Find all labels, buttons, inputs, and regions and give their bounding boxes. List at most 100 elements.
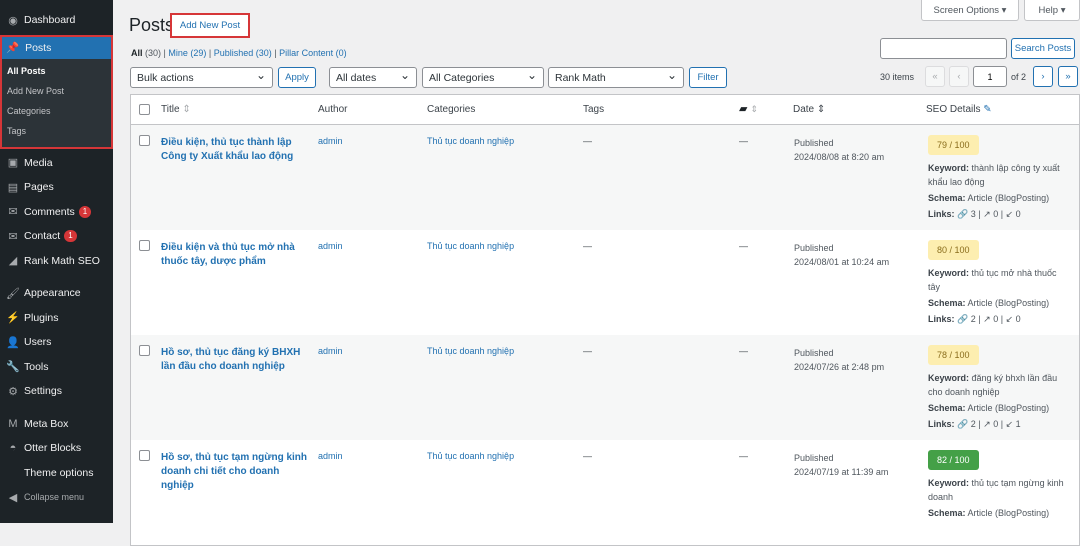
rankmath-select[interactable]: Rank Math bbox=[548, 67, 684, 88]
post-date: Published 2024/07/19 at 11:39 am bbox=[794, 453, 889, 477]
author-link[interactable]: admin bbox=[318, 451, 343, 461]
menu-otter-blocks[interactable]: ◓ Otter Blocks bbox=[0, 436, 113, 461]
contact-icon: ✉ bbox=[8, 230, 18, 243]
users-icon: 👤 bbox=[6, 336, 20, 349]
author-link[interactable]: admin bbox=[318, 136, 343, 146]
seo-details: 78 / 100 Keyword: đăng ký bhxh lần đầu c… bbox=[928, 345, 1068, 431]
submenu-add-new-post[interactable]: Add New Post bbox=[2, 83, 111, 103]
row-checkbox[interactable] bbox=[139, 345, 150, 356]
collapse-icon: ◀ bbox=[8, 491, 18, 504]
sort-icon: ⇕ bbox=[182, 104, 191, 115]
links-line: Links: 🔗 3 | ↗ 0 | ↙ 0 bbox=[928, 209, 1021, 219]
apply-button[interactable]: Apply bbox=[278, 67, 316, 88]
submenu-categories[interactable]: Categories bbox=[2, 103, 111, 123]
external-link-icon: ↗ bbox=[983, 209, 991, 219]
admin-sidebar: ◉ Dashboard 📌 Posts All Posts Add New Post… bbox=[0, 0, 113, 523]
table-row: Điều kiện và thủ tục mở nhà thuốc tây, d… bbox=[131, 230, 1079, 335]
menu-theme-options[interactable]: Theme options bbox=[0, 461, 113, 486]
seo-score-badge: 82 / 100 bbox=[928, 450, 979, 470]
menu-meta-box[interactable]: M Meta Box bbox=[0, 412, 113, 437]
filter-pillar[interactable]: Pillar Content (0) bbox=[279, 48, 347, 58]
seo-score-badge: 78 / 100 bbox=[928, 345, 979, 365]
posts-table: Title ⇕ Author Categories Tags ▰ ⇕ Date … bbox=[130, 94, 1080, 546]
dates-select[interactable]: All dates bbox=[329, 67, 417, 88]
select-all-checkbox[interactable] bbox=[139, 104, 150, 115]
sort-icon: ⇕ bbox=[816, 104, 826, 115]
post-title-link[interactable]: Hồ sơ, thủ tục đăng ký BHXH lần đầu cho … bbox=[161, 346, 311, 374]
schema-value: Article (BlogPosting) bbox=[967, 403, 1050, 413]
col-title[interactable]: Title ⇕ bbox=[161, 104, 191, 115]
row-checkbox[interactable] bbox=[139, 240, 150, 251]
menu-users[interactable]: 👤 Users bbox=[0, 330, 113, 355]
filter-published[interactable]: Published (30) bbox=[214, 48, 272, 58]
author-link[interactable]: admin bbox=[318, 346, 343, 356]
tags-value: — bbox=[583, 241, 592, 251]
category-link[interactable]: Thủ tục doanh nghiệp bbox=[427, 451, 514, 461]
first-page-button: « bbox=[925, 66, 945, 87]
menu-posts[interactable]: 📌 Posts bbox=[2, 36, 111, 59]
next-page-button[interactable]: › bbox=[1033, 66, 1053, 87]
menu-collapse-menu[interactable]: ◀ Collapse menu bbox=[0, 485, 113, 510]
author-link[interactable]: admin bbox=[318, 241, 343, 251]
pin-icon: 📌 bbox=[6, 42, 20, 54]
settings-icon: ⚙ bbox=[8, 385, 18, 398]
screen-options-button[interactable]: Screen Options ▾ bbox=[921, 0, 1019, 21]
current-page-input[interactable] bbox=[973, 66, 1007, 87]
col-date[interactable]: Date ⇕ bbox=[793, 104, 825, 115]
last-page-button[interactable]: » bbox=[1058, 66, 1078, 87]
page-title: Posts bbox=[129, 15, 175, 35]
tags-value: — bbox=[583, 136, 592, 146]
menu-media[interactable]: ▣ Media bbox=[0, 151, 113, 176]
search-posts-button[interactable]: Search Posts bbox=[1011, 38, 1075, 59]
search-input[interactable] bbox=[880, 38, 1007, 59]
category-link[interactable]: Thủ tục doanh nghiệp bbox=[427, 346, 514, 356]
menu-rank-math-seo[interactable]: ◢ Rank Math SEO bbox=[0, 249, 113, 274]
status-filter-links: All (30) | Mine (29) | Published (30) | … bbox=[131, 48, 347, 58]
seo-details: 80 / 100 Keyword: thủ tục mở nhà thuốc t… bbox=[928, 240, 1068, 326]
metabox-icon: M bbox=[8, 417, 18, 430]
post-date: Published 2024/08/08 at 8:20 am bbox=[794, 138, 885, 162]
category-link[interactable]: Thủ tục doanh nghiệp bbox=[427, 136, 514, 146]
help-button[interactable]: Help ▾ bbox=[1024, 0, 1080, 21]
pencil-icon[interactable]: ✎ bbox=[983, 104, 991, 115]
external-link-icon: ↗ bbox=[983, 419, 991, 429]
internal-link-icon: 🔗 bbox=[957, 314, 969, 324]
menu-dashboard[interactable]: ◉ Dashboard bbox=[0, 8, 113, 33]
links-line: Links: 🔗 2 | ↗ 0 | ↙ 0 bbox=[928, 314, 1021, 324]
bulk-actions-select[interactable]: Bulk actions bbox=[130, 67, 273, 88]
col-seo-details: SEO Details ✎ bbox=[926, 104, 992, 115]
dashboard-icon: ◉ bbox=[8, 14, 18, 27]
menu-contact[interactable]: ✉ Contact 1 bbox=[0, 224, 113, 249]
menu-plugins[interactable]: ⚡ Plugins bbox=[0, 306, 113, 331]
seo-score-badge: 80 / 100 bbox=[928, 240, 979, 260]
seo-details: 79 / 100 Keyword: thành lập công ty xuất… bbox=[928, 135, 1068, 221]
add-new-post-button[interactable]: Add New Post bbox=[170, 13, 250, 38]
menu-comments[interactable]: ✉ Comments 1 bbox=[0, 200, 113, 225]
rankmath-icon: ◢ bbox=[8, 255, 18, 268]
categories-select[interactable]: All Categories bbox=[422, 67, 544, 88]
comments-icon[interactable]: ▰ ⇕ bbox=[739, 102, 758, 115]
menu-pages[interactable]: ▤ Pages bbox=[0, 175, 113, 200]
comments-icon: ✉ bbox=[8, 206, 18, 219]
menu-appearance[interactable]: 🖌 Appearance bbox=[0, 281, 113, 306]
row-checkbox[interactable] bbox=[139, 135, 150, 146]
post-title-link[interactable]: Điều kiện, thủ tục thành lập Công ty Xuấ… bbox=[161, 136, 311, 164]
post-title-link[interactable]: Hồ sơ, thủ tục tạm ngừng kinh doanh chi … bbox=[161, 451, 311, 493]
count-badge: 1 bbox=[64, 230, 77, 243]
count-badge: 1 bbox=[78, 205, 92, 218]
filter-button[interactable]: Filter bbox=[689, 67, 727, 88]
row-checkbox[interactable] bbox=[139, 450, 150, 461]
posts-menu-group: 📌 Posts All Posts Add New Post Categories… bbox=[0, 34, 113, 149]
filter-all[interactable]: All bbox=[131, 48, 143, 58]
comments-value: — bbox=[739, 451, 748, 461]
menu-settings[interactable]: ⚙ Settings bbox=[0, 379, 113, 404]
post-title-link[interactable]: Điều kiện và thủ tục mở nhà thuốc tây, d… bbox=[161, 241, 311, 269]
tools-icon: 🔧 bbox=[6, 361, 20, 374]
category-link[interactable]: Thủ tục doanh nghiệp bbox=[427, 241, 514, 251]
submenu-tags[interactable]: Tags bbox=[2, 123, 111, 143]
filter-mine[interactable]: Mine (29) bbox=[168, 48, 206, 58]
incoming-link-icon: ↙ bbox=[1005, 209, 1014, 219]
table-row: Điều kiện, thủ tục thành lập Công ty Xuấ… bbox=[131, 125, 1079, 230]
menu-tools[interactable]: 🔧 Tools bbox=[0, 355, 113, 380]
submenu-all-posts[interactable]: All Posts bbox=[2, 63, 111, 83]
